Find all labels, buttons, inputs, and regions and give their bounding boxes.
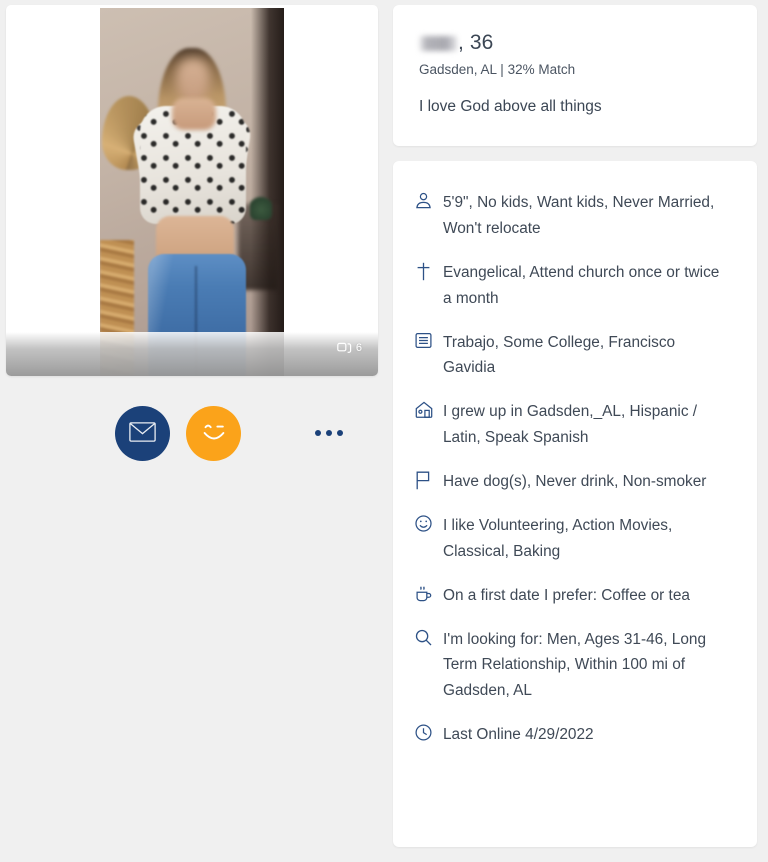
detail-text: I'm looking for: Men, Ages 31-46, Long T… (443, 627, 735, 705)
profile-details-card: 5'9", No kids, Want kids, Never Married,… (393, 161, 757, 847)
cross-icon (415, 260, 443, 282)
photo-count-label: 6 (356, 342, 362, 354)
profile-age: , 36 (458, 31, 493, 55)
clock-icon (415, 722, 443, 744)
detail-row-lifestyle: Have dog(s), Never drink, Non-smoker (415, 460, 735, 504)
profile-photo-card[interactable]: 6 (6, 5, 378, 376)
photo-overlay-bar (6, 332, 378, 376)
detail-row-basics: 5'9", No kids, Want kids, Never Married,… (415, 181, 735, 251)
photo-column: 6 (0, 0, 390, 463)
plant (250, 194, 272, 220)
document-lines-icon (415, 330, 443, 352)
detail-row-interests: I like Volunteering, Action Movies, Clas… (415, 504, 735, 574)
wink-smiley-icon (199, 418, 229, 449)
ellipsis-dot-1 (315, 430, 321, 436)
envelope-icon (129, 422, 156, 445)
profile-action-bar (0, 403, 390, 463)
detail-text: Have dog(s), Never drink, Non-smoker (443, 469, 712, 495)
photo-stack-icon (337, 341, 352, 354)
profile-page: 6 (0, 0, 768, 862)
profile-header-card: , 36 Gadsden, AL | 32% Match I love God … (393, 5, 757, 146)
profile-photo[interactable] (100, 8, 284, 376)
ellipsis-dot-2 (326, 430, 332, 436)
detail-text: Last Online 4/29/2022 (443, 722, 600, 748)
coffee-cup-icon (415, 583, 443, 605)
photo-count-badge: 6 (337, 341, 362, 354)
detail-text: On a first date I prefer: Coffee or tea (443, 583, 696, 609)
detail-row-looking-for: I'm looking for: Men, Ages 31-46, Long T… (415, 618, 735, 714)
home-icon (415, 399, 443, 421)
magnifier-icon (415, 627, 443, 649)
smiley-icon (415, 513, 443, 535)
message-button[interactable] (115, 406, 170, 461)
detail-text: Evangelical, Attend church once or twice… (443, 260, 735, 312)
more-options-button[interactable] (311, 424, 347, 442)
profile-photo-image (100, 8, 284, 376)
flag-icon (415, 469, 443, 491)
profile-info-column: , 36 Gadsden, AL | 32% Match I love God … (390, 0, 768, 847)
detail-text: I like Volunteering, Action Movies, Clas… (443, 513, 735, 565)
person-hands (172, 98, 216, 130)
detail-text: Trabajo, Some College, Francisco Gavidia (443, 330, 735, 382)
detail-row-religion: Evangelical, Attend church once or twice… (415, 251, 735, 321)
detail-row-background: I grew up in Gadsden,_AL, Hispanic / Lat… (415, 390, 735, 460)
ellipsis-dot-3 (337, 430, 343, 436)
detail-row-first-date: On a first date I prefer: Coffee or tea (415, 574, 735, 618)
profile-name-line: , 36 (419, 31, 731, 55)
profile-headline: I love God above all things (419, 98, 731, 116)
detail-text: 5'9", No kids, Want kids, Never Married,… (443, 190, 735, 242)
detail-text: I grew up in Gadsden,_AL, Hispanic / Lat… (443, 399, 735, 451)
detail-row-last-online: Last Online 4/29/2022 (415, 713, 735, 757)
person-icon (415, 190, 443, 212)
flirt-button[interactable] (186, 406, 241, 461)
profile-name-redacted (419, 36, 457, 51)
profile-location-match: Gadsden, AL | 32% Match (419, 62, 731, 77)
detail-row-work-education: Trabajo, Some College, Francisco Gavidia (415, 321, 735, 391)
